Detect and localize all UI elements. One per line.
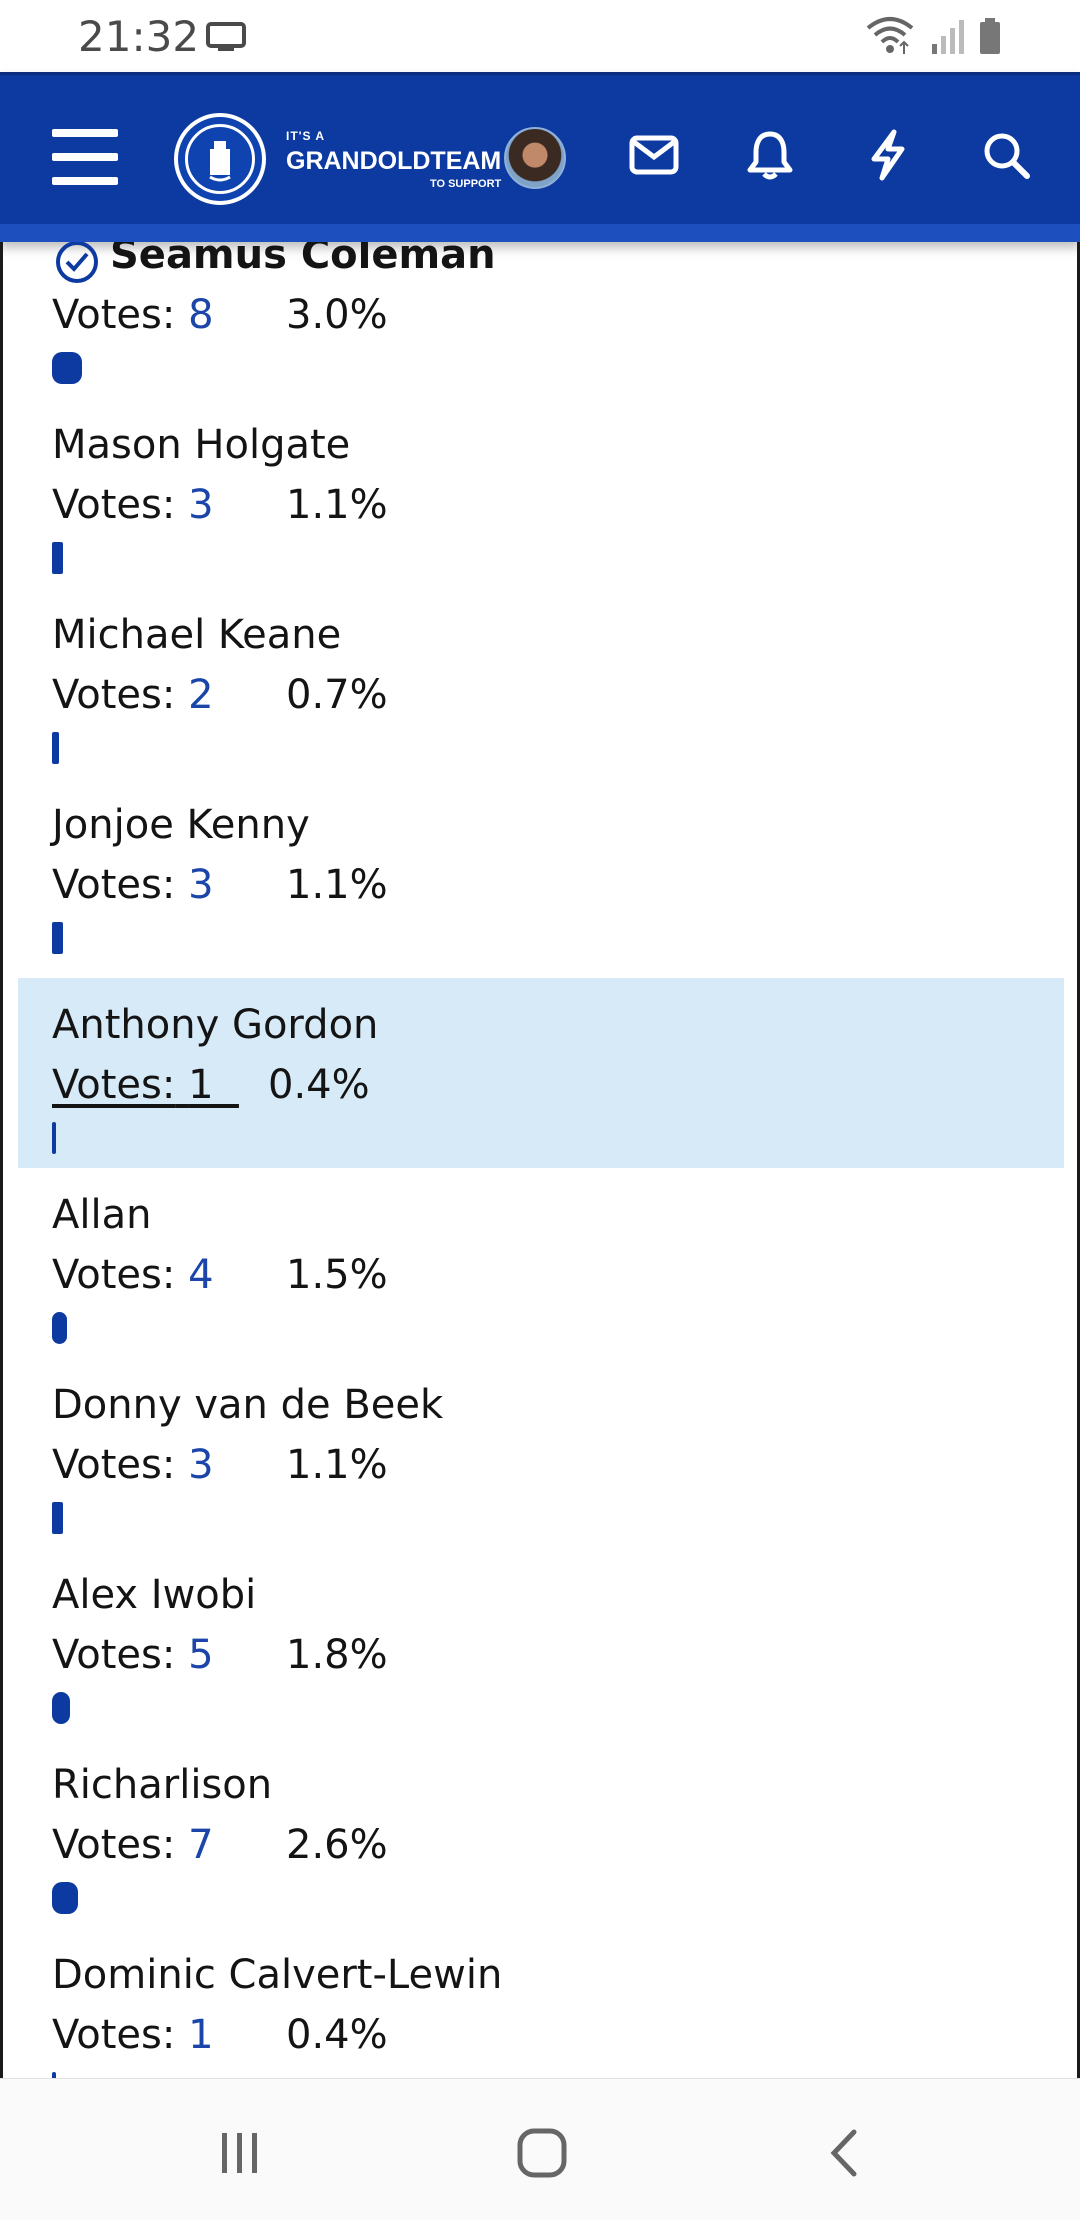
home-icon[interactable] [512, 2123, 572, 2183]
votes-percent: 1.1% [286, 1442, 388, 1488]
votes-count: 4 [188, 1252, 214, 1298]
votes-percent: 1.8% [286, 1632, 388, 1678]
option-name: Richarlison [52, 1762, 273, 1808]
votes-count: 3 [188, 1442, 214, 1488]
vote-bar [52, 542, 63, 574]
vote-bar [52, 1502, 63, 1534]
site-logo-text[interactable]: IT'S A GRANDOLDTEAM TO SUPPORT [286, 129, 501, 190]
votes-line: Votes: 3 1.1% [52, 862, 388, 908]
recent-apps-icon[interactable] [210, 2123, 270, 2183]
option-name: Donny van de Beek [52, 1382, 444, 1428]
vote-bar [52, 1122, 56, 1154]
option-name: Allan [52, 1192, 152, 1238]
back-icon[interactable] [814, 2123, 874, 2183]
battery-icon [980, 18, 1000, 54]
votes-line: Votes: 3 1.1% [52, 1442, 388, 1488]
lightning-icon[interactable] [858, 125, 918, 185]
option-name: Jonjoe Kenny [52, 802, 310, 848]
system-nav-bar [0, 2078, 1080, 2220]
votes-count: 5 [188, 1632, 214, 1678]
vote-bar [52, 732, 59, 764]
votes-line: Votes: 2 0.7% [52, 672, 388, 718]
votes-count: 3 [188, 862, 214, 908]
logo-small-text: IT'S A [286, 129, 326, 143]
vote-bar [52, 352, 82, 384]
votes-count: 1 [188, 2012, 214, 2058]
votes-percent: 0.7% [286, 672, 388, 718]
votes-count: 7 [188, 1822, 214, 1868]
votes-count: 8 [188, 292, 214, 338]
votes-count: 2 [188, 672, 214, 718]
votes-line: Votes: 5 1.8% [52, 1632, 388, 1678]
option-name: Anthony Gordon [52, 1002, 379, 1048]
poll-option[interactable]: Jonjoe Kenny Votes: 3 1.1% [18, 802, 1064, 992]
poll-option[interactable]: Dominic Calvert-Lewin Votes: 1 0.4% [18, 1952, 1064, 2078]
poll-option[interactable]: Richarlison Votes: 7 2.6% [18, 1762, 1064, 1952]
votes-percent: 1.1% [286, 862, 388, 908]
vote-bar [52, 1882, 78, 1914]
check-circle-icon [56, 242, 98, 283]
option-name: Michael Keane [52, 612, 342, 658]
votes-percent: 0.4% [268, 1062, 370, 1108]
votes-link[interactable]: Votes: 1 [52, 1062, 239, 1108]
mail-icon[interactable] [624, 125, 684, 185]
votes-line: Votes: 8 3.0% [52, 292, 388, 338]
status-bar: 21:32 [0, 0, 1080, 72]
menu-icon[interactable] [52, 129, 118, 185]
signal-icon [932, 20, 964, 54]
votes-percent: 1.1% [286, 482, 388, 528]
poll-option[interactable]: Michael Keane Votes: 2 0.7% [18, 612, 1064, 802]
poll-option[interactable]: Allan Votes: 4 1.5% [18, 1192, 1064, 1382]
votes-line[interactable]: Votes: 1 0.4% [52, 1062, 370, 1108]
vote-bar [52, 1312, 67, 1344]
votes-line: Votes: 4 1.5% [52, 1252, 388, 1298]
option-name: Alex Iwobi [52, 1572, 257, 1618]
votes-percent: 3.0% [286, 292, 388, 338]
app-header: IT'S A GRANDOLDTEAM TO SUPPORT [0, 72, 1080, 242]
option-name: Seamus Coleman [110, 242, 496, 278]
search-icon[interactable] [976, 125, 1036, 185]
vote-bar [52, 922, 63, 954]
wifi-icon [866, 17, 914, 54]
poll-option[interactable]: Donny van de Beek Votes: 3 1.1% [18, 1382, 1064, 1572]
option-name: Mason Holgate [52, 422, 351, 468]
poll-option[interactable]: Mason Holgate Votes: 3 1.1% [18, 422, 1064, 612]
poll-results-list: Seamus Coleman Votes: 8 3.0% Mason Holga… [0, 242, 1080, 2078]
screen-mirror-icon [206, 22, 246, 51]
avatar[interactable] [504, 127, 566, 189]
votes-percent: 2.6% [286, 1822, 388, 1868]
option-name: Dominic Calvert-Lewin [52, 1952, 503, 1998]
bell-icon[interactable] [740, 125, 800, 185]
votes-percent: 1.5% [286, 1252, 388, 1298]
votes-count: 3 [188, 482, 214, 528]
status-time: 21:32 [78, 12, 200, 61]
logo-sub-text: TO SUPPORT [429, 178, 502, 190]
site-logo-crest[interactable] [174, 113, 266, 205]
logo-main-text: GRANDOLDTEAM [286, 147, 502, 175]
votes-percent: 0.4% [286, 2012, 388, 2058]
votes-line: Votes: 7 2.6% [52, 1822, 388, 1868]
votes-line: Votes: 3 1.1% [52, 482, 388, 528]
poll-option[interactable]: Alex Iwobi Votes: 5 1.8% [18, 1572, 1064, 1762]
votes-line: Votes: 1 0.4% [52, 2012, 388, 2058]
poll-option-highlighted[interactable]: Anthony Gordon Votes: 1 0.4% [18, 978, 1064, 1168]
vote-bar [52, 1692, 70, 1724]
poll-option[interactable]: Seamus Coleman Votes: 8 3.0% [18, 242, 1064, 422]
